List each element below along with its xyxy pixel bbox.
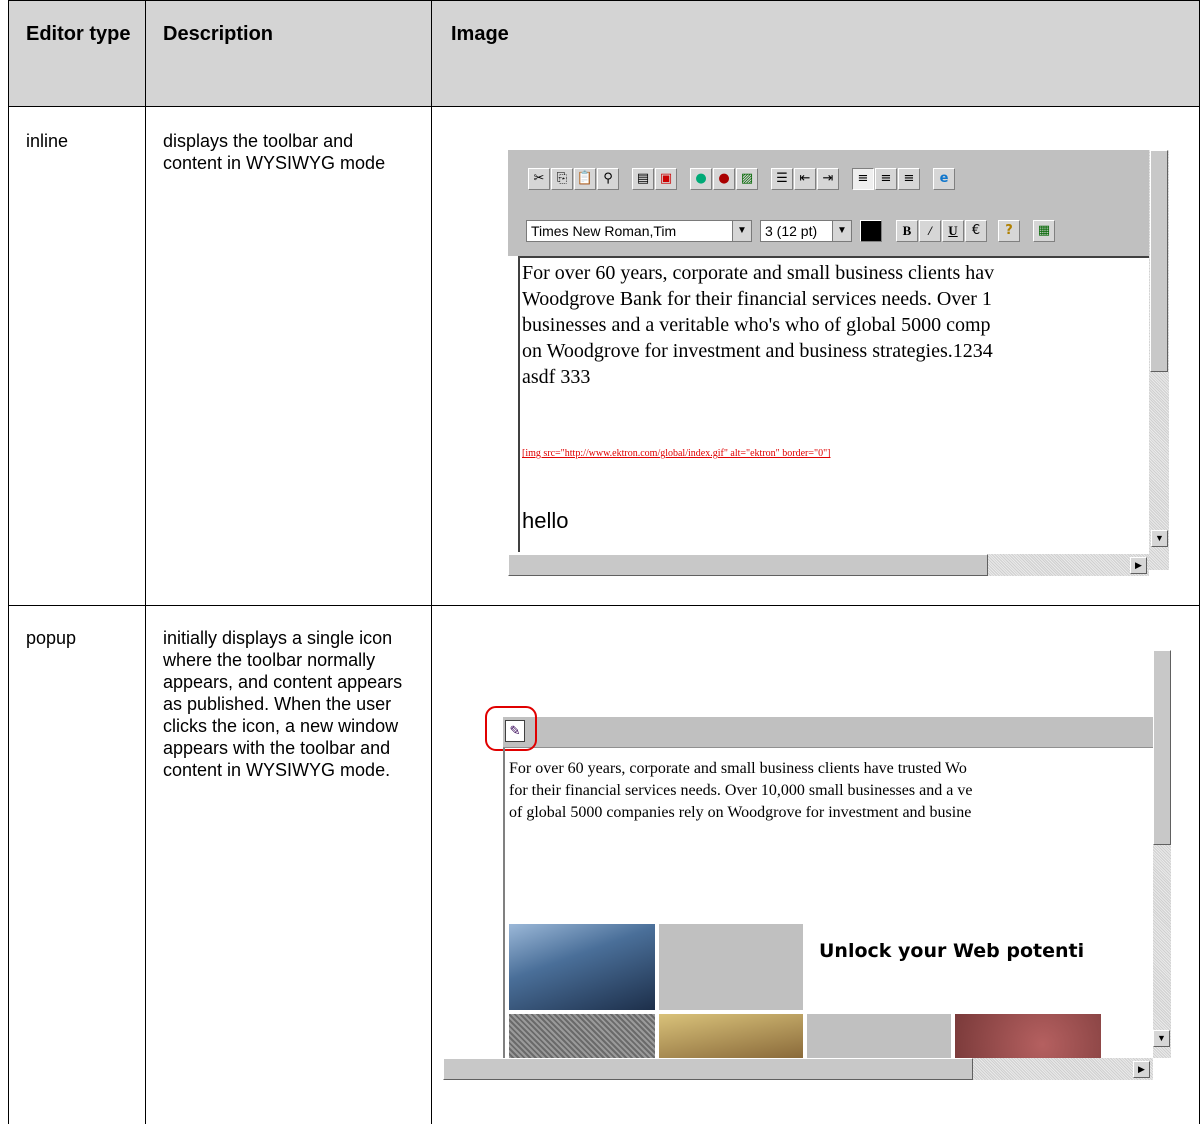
scroll-right-arrow-icon[interactable]: ▶ bbox=[1133, 1061, 1150, 1078]
table-row-divider bbox=[8, 605, 1200, 606]
size-select[interactable]: 3 (12 pt) ▼ bbox=[760, 220, 852, 242]
outdent-icon[interactable]: ⇤ bbox=[794, 168, 816, 190]
content-line: of global 5000 companies rely on Woodgro… bbox=[509, 804, 972, 821]
font-select[interactable]: Times New Roman,Tim ▼ bbox=[526, 220, 752, 242]
text-color-icon[interactable] bbox=[860, 220, 882, 242]
scroll-down-arrow-icon[interactable]: ▼ bbox=[1153, 1030, 1170, 1047]
vertical-scrollbar-thumb[interactable] bbox=[1150, 150, 1168, 372]
link-icon[interactable]: ● bbox=[690, 168, 712, 190]
gray-image-block-2 bbox=[807, 1014, 951, 1058]
banner-text: Unlock your Web potenti bbox=[819, 940, 1085, 962]
align-left-icon[interactable]: ≡ bbox=[852, 168, 874, 190]
table-header-divider bbox=[8, 106, 1200, 107]
sand-image bbox=[659, 1014, 803, 1058]
texture-image bbox=[509, 1014, 655, 1058]
popup-toolbar bbox=[503, 717, 1153, 748]
content-line: For over 60 years, corporate and small b… bbox=[509, 760, 967, 777]
content-line: Woodgrove Bank for their financial servi… bbox=[522, 288, 992, 310]
row-popup-description: initially displays a single icon where t… bbox=[163, 628, 403, 780]
align-right-icon[interactable]: ≡ bbox=[898, 168, 920, 190]
cut-icon[interactable]: ✂ bbox=[528, 168, 550, 190]
content-line: For over 60 years, corporate and small b… bbox=[522, 262, 995, 284]
font-select-value: Times New Roman,Tim bbox=[531, 223, 677, 239]
popup-editor-screenshot: ✎ For over 60 years, corporate and small… bbox=[443, 650, 1171, 1085]
horizontal-scrollbar-thumb[interactable] bbox=[508, 554, 988, 576]
indent-icon[interactable]: ⇥ bbox=[817, 168, 839, 190]
scroll-right-arrow-icon[interactable]: ▶ bbox=[1130, 557, 1147, 574]
popup-content-area: For over 60 years, corporate and small b… bbox=[503, 748, 1153, 1058]
row-popup-type: popup bbox=[26, 628, 77, 648]
vertical-scrollbar-thumb[interactable] bbox=[1153, 650, 1171, 845]
table-border-right bbox=[1199, 0, 1200, 1124]
rock-image bbox=[955, 1014, 1101, 1058]
align-center-icon[interactable]: ≡ bbox=[875, 168, 897, 190]
building-image bbox=[509, 924, 655, 1010]
help-icon[interactable]: ? bbox=[998, 220, 1020, 242]
pdf-icon[interactable]: ▣ bbox=[655, 168, 677, 190]
popup-content-text: For over 60 years, corporate and small b… bbox=[509, 758, 972, 824]
header-editor-type: Editor type bbox=[26, 23, 131, 45]
row-inline-type: inline bbox=[26, 131, 69, 151]
content-line: for their financial services needs. Over… bbox=[509, 782, 973, 799]
copy-icon[interactable]: ⎘ bbox=[551, 168, 573, 190]
content-line: asdf 333 bbox=[522, 366, 591, 388]
unlink-icon[interactable]: ● bbox=[713, 168, 735, 190]
inline-editor-screenshot: ✂ ⎘ 📋 ⚲ ▤ ▣ ● ● ▨ ☰ ⇤ ⇥ ≡ ≡ ≡ e Times Ne… bbox=[508, 150, 1169, 588]
inline-content-area[interactable]: For over 60 years, corporate and small b… bbox=[518, 256, 1149, 552]
img-tag-text: [img src="http://www.ektron.com/global/i… bbox=[522, 448, 831, 459]
view-toggle-icon[interactable]: ▦ bbox=[1033, 220, 1055, 242]
header-image: Image bbox=[451, 23, 509, 45]
chevron-down-icon: ▼ bbox=[832, 221, 851, 241]
content-line: on Woodgrove for investment and business… bbox=[522, 340, 993, 362]
bullet-list-icon[interactable]: ☰ bbox=[771, 168, 793, 190]
table-border-top bbox=[8, 0, 1200, 1]
table-divider-2 bbox=[431, 0, 432, 1124]
scroll-down-arrow-icon[interactable]: ▼ bbox=[1151, 530, 1168, 547]
header-description: Description bbox=[163, 23, 274, 45]
hello-text: hello bbox=[522, 508, 569, 533]
horizontal-scrollbar-thumb[interactable] bbox=[443, 1058, 973, 1080]
italic-icon[interactable]: / bbox=[919, 220, 941, 242]
table-border-left bbox=[8, 0, 9, 1124]
euro-icon[interactable]: € bbox=[965, 220, 987, 242]
image-icon[interactable]: ▨ bbox=[736, 168, 758, 190]
size-select-value: 3 (12 pt) bbox=[765, 223, 818, 239]
table-header-row bbox=[8, 0, 1200, 106]
find-icon[interactable]: ⚲ bbox=[597, 168, 619, 190]
content-line: businesses and a veritable who's who of … bbox=[522, 314, 991, 336]
paste-icon[interactable]: 📋 bbox=[574, 168, 596, 190]
row-inline-description: displays the toolbar and content in WYSI… bbox=[163, 131, 386, 173]
document-icon[interactable]: ▤ bbox=[632, 168, 654, 190]
highlight-circle bbox=[485, 706, 537, 751]
inline-content-text: For over 60 years, corporate and small b… bbox=[522, 260, 994, 390]
bold-icon[interactable]: B bbox=[896, 220, 918, 242]
table-divider-1 bbox=[145, 0, 146, 1124]
chevron-down-icon: ▼ bbox=[732, 221, 751, 241]
underline-icon[interactable]: U bbox=[942, 220, 964, 242]
web-icon[interactable]: e bbox=[933, 168, 955, 190]
gray-image-block bbox=[659, 924, 803, 1010]
